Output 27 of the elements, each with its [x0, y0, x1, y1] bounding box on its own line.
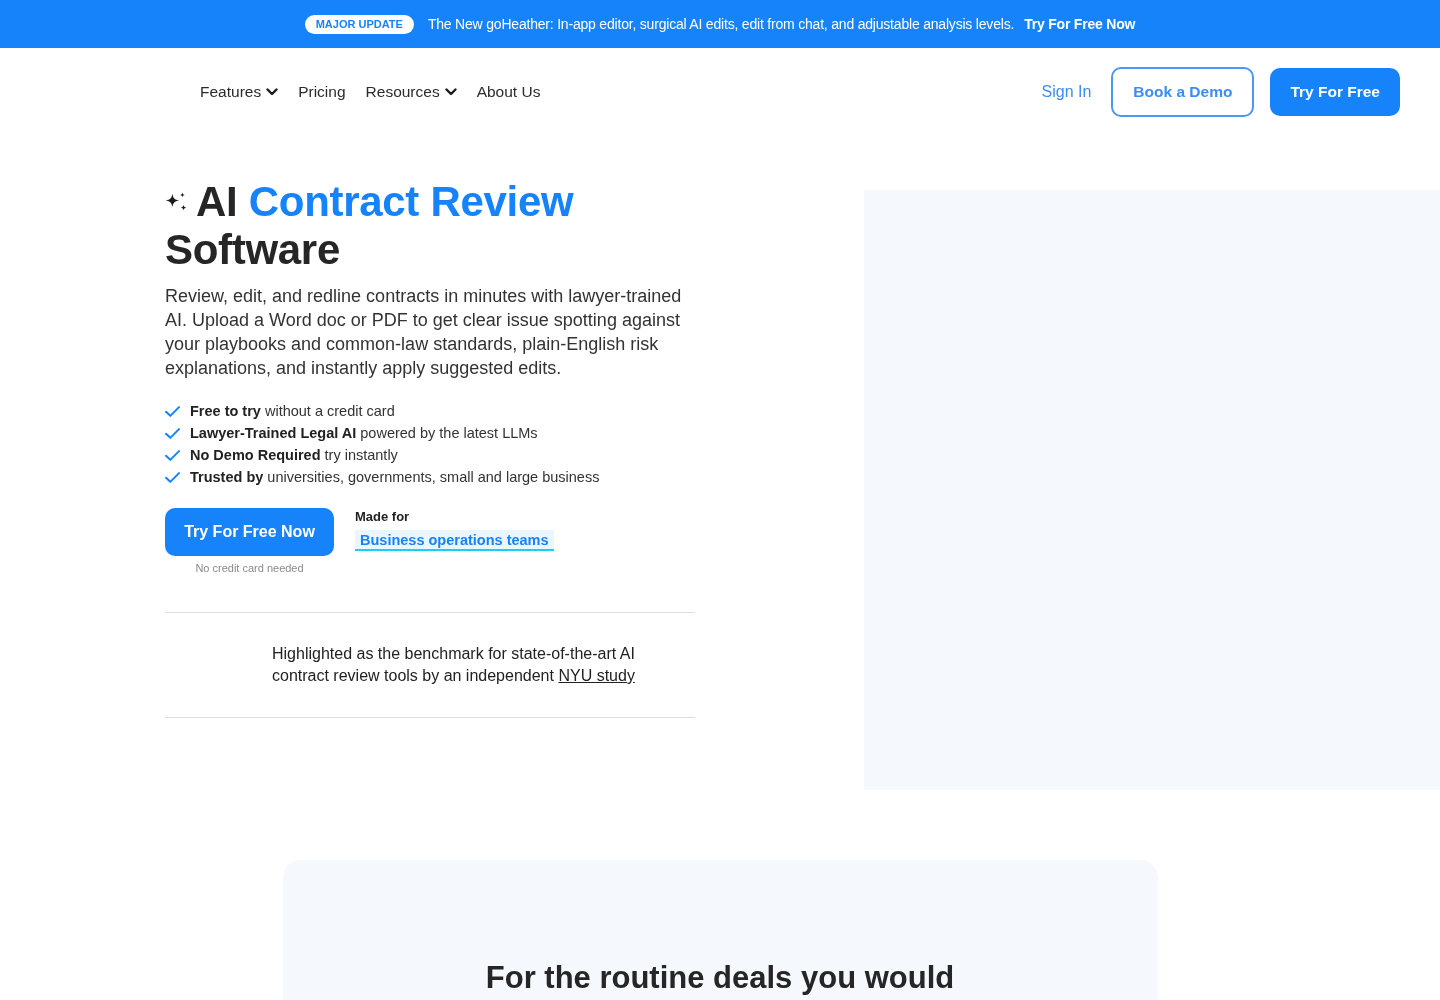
sparkle-icon: [165, 191, 187, 211]
section-heading: For the routine deals you would: [484, 959, 956, 997]
try-free-now-button[interactable]: Try For Free Now: [165, 508, 334, 556]
update-badge: MAJOR UPDATE: [304, 14, 414, 34]
try-free-button[interactable]: Try For Free: [1270, 67, 1400, 116]
nyu-study-link[interactable]: NYU study: [558, 667, 635, 684]
check-icon: [165, 471, 180, 483]
nav-link[interactable]: Features: [200, 82, 279, 101]
announcement-text: The New goHeather: In-app editor, surgical AI edits, edit from chat, and adjustable analysis levels.: [427, 16, 1015, 32]
check-icon: [165, 405, 180, 417]
feature-text: Free to try without a credit card: [190, 403, 395, 419]
feature-text: Trusted by universities, governments, small and large business: [190, 469, 600, 485]
nav-link[interactable]: Pricing: [298, 82, 346, 101]
page-title: Software: [165, 226, 340, 274]
hero-description: Review, edit, and redline contracts in minutes with lawyer-trained AI. Upload a Word doc or PDF to get clear issue spotting against your playbooks and common-law standards, plain-English risk explanations, and instantly apply suggested edits.: [165, 285, 683, 380]
page-title: AI Contract Review: [196, 178, 574, 226]
check-icon: [165, 449, 180, 461]
nav-link[interactable]: About Us: [476, 82, 541, 101]
feature-text: No Demo Required try instantly: [190, 447, 398, 463]
recognition-text: Highlighted as the benchmark for state-of-the-art AI contract review tools by an independent NYU study: [272, 644, 636, 686]
no-credit-card-note: No credit card needed: [195, 562, 304, 574]
feature-text: Lawyer-Trained Legal AI powered by the latest LLMs: [190, 425, 538, 441]
check-icon: [165, 427, 180, 439]
try-free-link[interactable]: Try For Free Now: [1024, 16, 1136, 32]
made-for-label: Made for: [355, 509, 410, 524]
audience-highlight: Business operations teams: [355, 530, 554, 551]
nav-link[interactable]: Resources: [365, 82, 457, 101]
